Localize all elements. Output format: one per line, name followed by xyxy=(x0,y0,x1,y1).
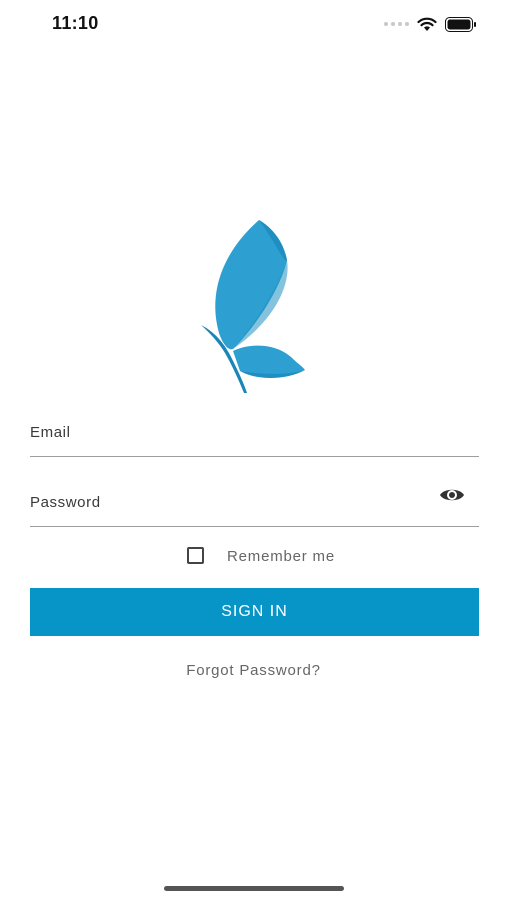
home-indicator[interactable] xyxy=(164,886,344,891)
forgot-password-link[interactable]: Forgot Password? xyxy=(0,662,507,679)
status-bar: 11:10 xyxy=(0,0,507,48)
signal-icon xyxy=(384,22,409,26)
eye-icon[interactable] xyxy=(439,486,465,504)
password-field[interactable]: Password xyxy=(30,480,479,527)
remember-me-row: Remember me xyxy=(0,545,507,569)
butterfly-logo-icon xyxy=(201,220,305,393)
status-time: 11:10 xyxy=(52,13,99,33)
email-field[interactable]: Email xyxy=(30,410,479,457)
password-label: Password xyxy=(30,494,101,511)
remember-me-label[interactable]: Remember me xyxy=(227,548,335,565)
email-label: Email xyxy=(30,424,71,441)
battery-icon xyxy=(445,16,476,32)
wifi-icon xyxy=(417,17,437,31)
status-icons xyxy=(384,14,477,34)
sign-in-button[interactable]: SIGN IN xyxy=(30,588,479,636)
remember-me-checkbox[interactable] xyxy=(187,547,204,564)
